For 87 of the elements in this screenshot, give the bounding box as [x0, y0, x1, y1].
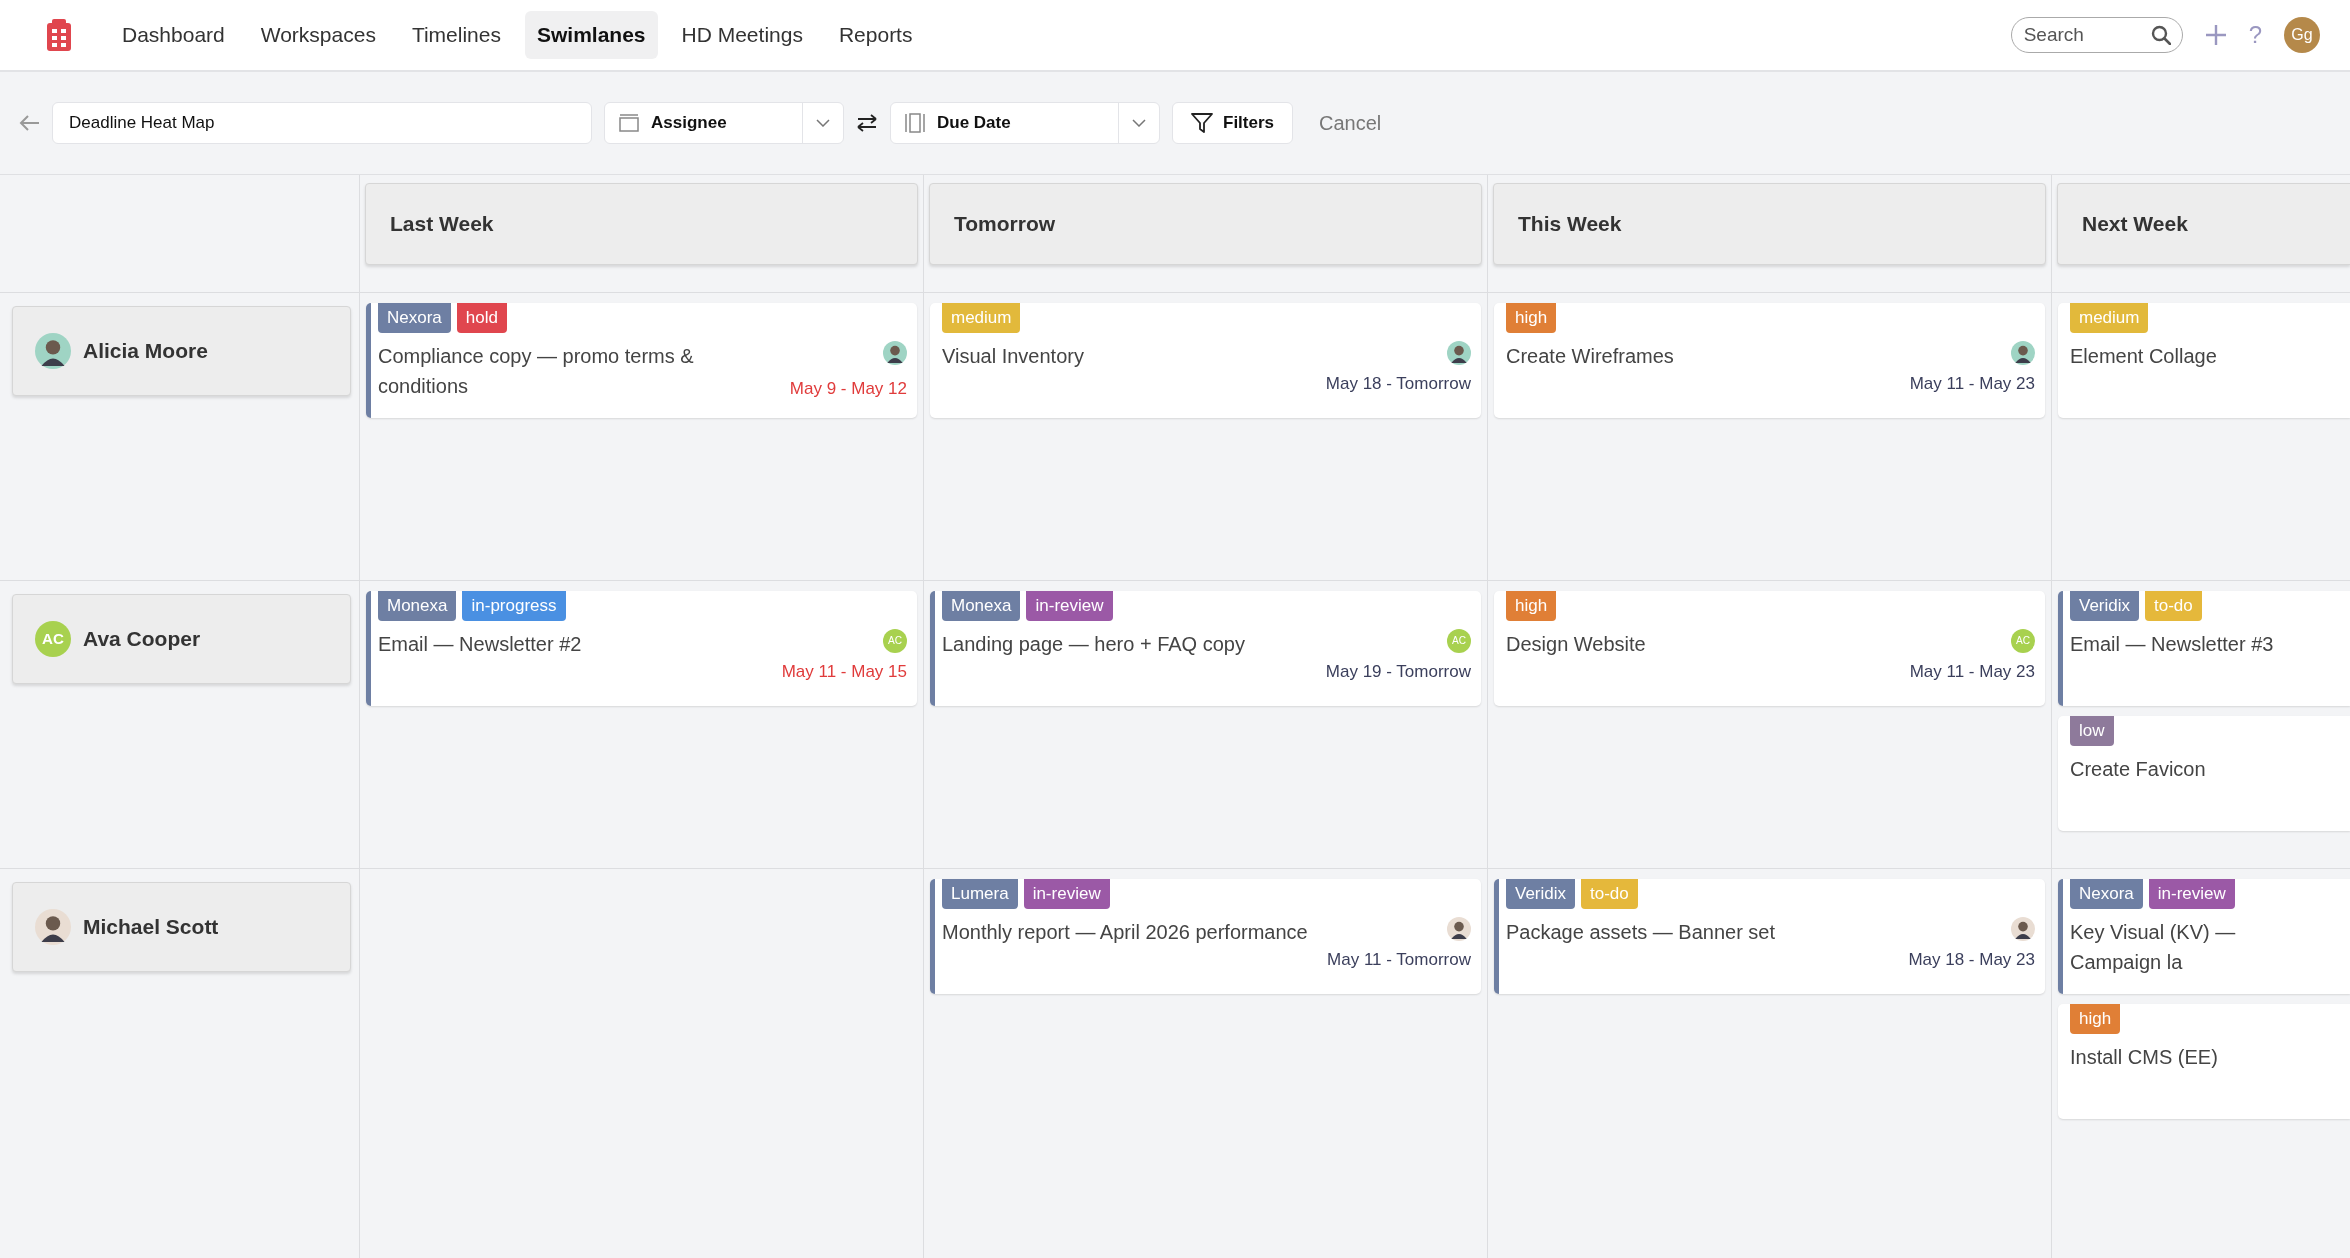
- card-title: Create Wireframes: [1506, 344, 1674, 369]
- search-icon: [2150, 25, 2171, 45]
- task-card[interactable]: Lumera in-review Monthly report — April 2026 performance May 11 - Tomorrow: [930, 879, 1481, 994]
- filters-button[interactable]: Filters: [1172, 102, 1294, 144]
- card-title: Visual Inventory: [942, 344, 1084, 369]
- due-date: May 18 - Tomorrow: [1325, 373, 1471, 395]
- dropdown[interactable]: Due Date: [890, 102, 1160, 144]
- lane-name: Ava Cooper: [83, 626, 201, 653]
- column-header: Tomorrow: [929, 183, 1482, 265]
- due-date: May 18 - May 23: [1908, 949, 2035, 971]
- tag: hold: [456, 303, 507, 333]
- due-date: May 11 - May 23: [1909, 373, 2035, 395]
- nav-tab[interactable]: Dashboard: [110, 11, 237, 59]
- card-title: Monthly report — April 2026 performance: [942, 920, 1308, 945]
- task-card[interactable]: Nexora hold Compliance copy — promo terms & conditions May 9 - May 12: [366, 303, 917, 418]
- task-card[interactable]: high Create Wireframes May 11 - May 23: [1494, 303, 2045, 418]
- task-card[interactable]: high Design Website AC May 11 - May 23: [1494, 591, 2045, 706]
- tag: Monexa: [942, 591, 1021, 621]
- due-date: May 11 - May 23: [1909, 661, 2035, 683]
- tag: Monexa: [378, 591, 457, 621]
- cancel-button[interactable]: Cancel: [1305, 108, 1396, 138]
- card-title: Landing page — hero + FAQ copy: [942, 632, 1245, 657]
- task-card[interactable]: Veridix to-do Package assets — Banner set May 18 - May 23: [1494, 879, 2045, 994]
- card-title: Create Favicon: [2070, 757, 2206, 782]
- tag: to-do: [2145, 591, 2202, 621]
- dropdown[interactable]: Assignee: [604, 102, 844, 144]
- tag: to-do: [1581, 879, 1638, 909]
- funnel-icon: [1191, 113, 1213, 133]
- task-card[interactable]: medium Element Collage: [2058, 303, 2350, 418]
- tag: Veridix: [2070, 591, 2140, 621]
- nav-tab[interactable]: HD Meetings: [669, 11, 815, 59]
- tag: high: [1506, 303, 1557, 333]
- tag: in-progress: [462, 591, 566, 621]
- card-title: Install CMS (EE): [2070, 1045, 2218, 1070]
- tag: Veridix: [1506, 879, 1576, 909]
- search-field[interactable]: Search: [2010, 17, 2183, 53]
- lane-name: Michael Scott: [83, 914, 219, 941]
- nav-tab[interactable]: Reports: [826, 11, 925, 59]
- task-card[interactable]: Nexora in-review Key Visual (KV) — Campaign la: [2058, 879, 2350, 994]
- column-header: Next Week: [2057, 183, 2350, 265]
- tag: high: [1506, 591, 1557, 621]
- avatar: AC: [1447, 629, 1471, 653]
- card-title: Design Website: [1506, 632, 1646, 657]
- tag: Nexora: [378, 303, 451, 333]
- card-title: Email — Newsletter #2: [378, 632, 582, 657]
- swap-icon[interactable]: [856, 114, 878, 132]
- tag: low: [2070, 716, 2114, 746]
- card-title: Key Visual (KV) — Campaign la: [2070, 920, 2237, 975]
- card-title: Compliance copy — promo terms & conditions: [378, 344, 695, 399]
- back-arrow-icon[interactable]: [18, 114, 40, 132]
- caret-icon: [1132, 119, 1146, 127]
- tag: high: [2070, 1004, 2121, 1034]
- columns-icon: [905, 113, 925, 133]
- card-title: Element Collage: [2070, 344, 2217, 369]
- nav-tab[interactable]: Timelines: [399, 11, 513, 59]
- card-title: Email — Newsletter #3: [2070, 632, 2274, 657]
- tag: in-review: [1026, 591, 1113, 621]
- task-card[interactable]: Monexa in-review Landing page — hero + FAQ copy AC May 19 - Tomorrow: [930, 591, 1481, 706]
- title-field[interactable]: Deadline Heat Map: [52, 102, 592, 144]
- avatar: AC: [2011, 629, 2035, 653]
- rows-icon: [619, 114, 639, 132]
- tag: in-review: [2148, 879, 2235, 909]
- due-date: May 11 - Tomorrow: [1327, 949, 1471, 971]
- task-card[interactable]: low Create Favicon: [2058, 716, 2350, 831]
- avatar: AC: [35, 621, 71, 657]
- avatar: AC: [883, 629, 907, 653]
- tag: medium: [942, 303, 1021, 333]
- tag: medium: [2070, 303, 2149, 333]
- task-card[interactable]: high Install CMS (EE): [2058, 1004, 2350, 1119]
- task-card[interactable]: medium Visual Inventory May 18 - Tomorrow: [930, 303, 1481, 418]
- tag: Nexora: [2070, 879, 2143, 909]
- lane-name: Alicia Moore: [83, 338, 208, 365]
- tag: Lumera: [942, 879, 1018, 909]
- tag: in-review: [1023, 879, 1110, 909]
- task-card[interactable]: Monexa in-progress Email — Newsletter #2 AC May 11 - May 15: [366, 591, 917, 706]
- plus-icon[interactable]: [2204, 24, 2227, 46]
- due-date: May 9 - May 12: [789, 377, 907, 400]
- caret-icon: [816, 119, 830, 127]
- card-title: Package assets — Banner set: [1506, 920, 1776, 945]
- nav-tab[interactable]: Swimlanes: [524, 11, 658, 59]
- nav-tab[interactable]: Workspaces: [248, 11, 388, 59]
- task-card[interactable]: Veridix to-do Email — Newsletter #3: [2058, 591, 2350, 706]
- due-date: May 11 - May 15: [781, 661, 907, 683]
- due-date: May 19 - Tomorrow: [1325, 661, 1471, 683]
- column-header: This Week: [1493, 183, 2046, 265]
- column-header: Last Week: [365, 183, 918, 265]
- logo-icon[interactable]: [46, 18, 72, 52]
